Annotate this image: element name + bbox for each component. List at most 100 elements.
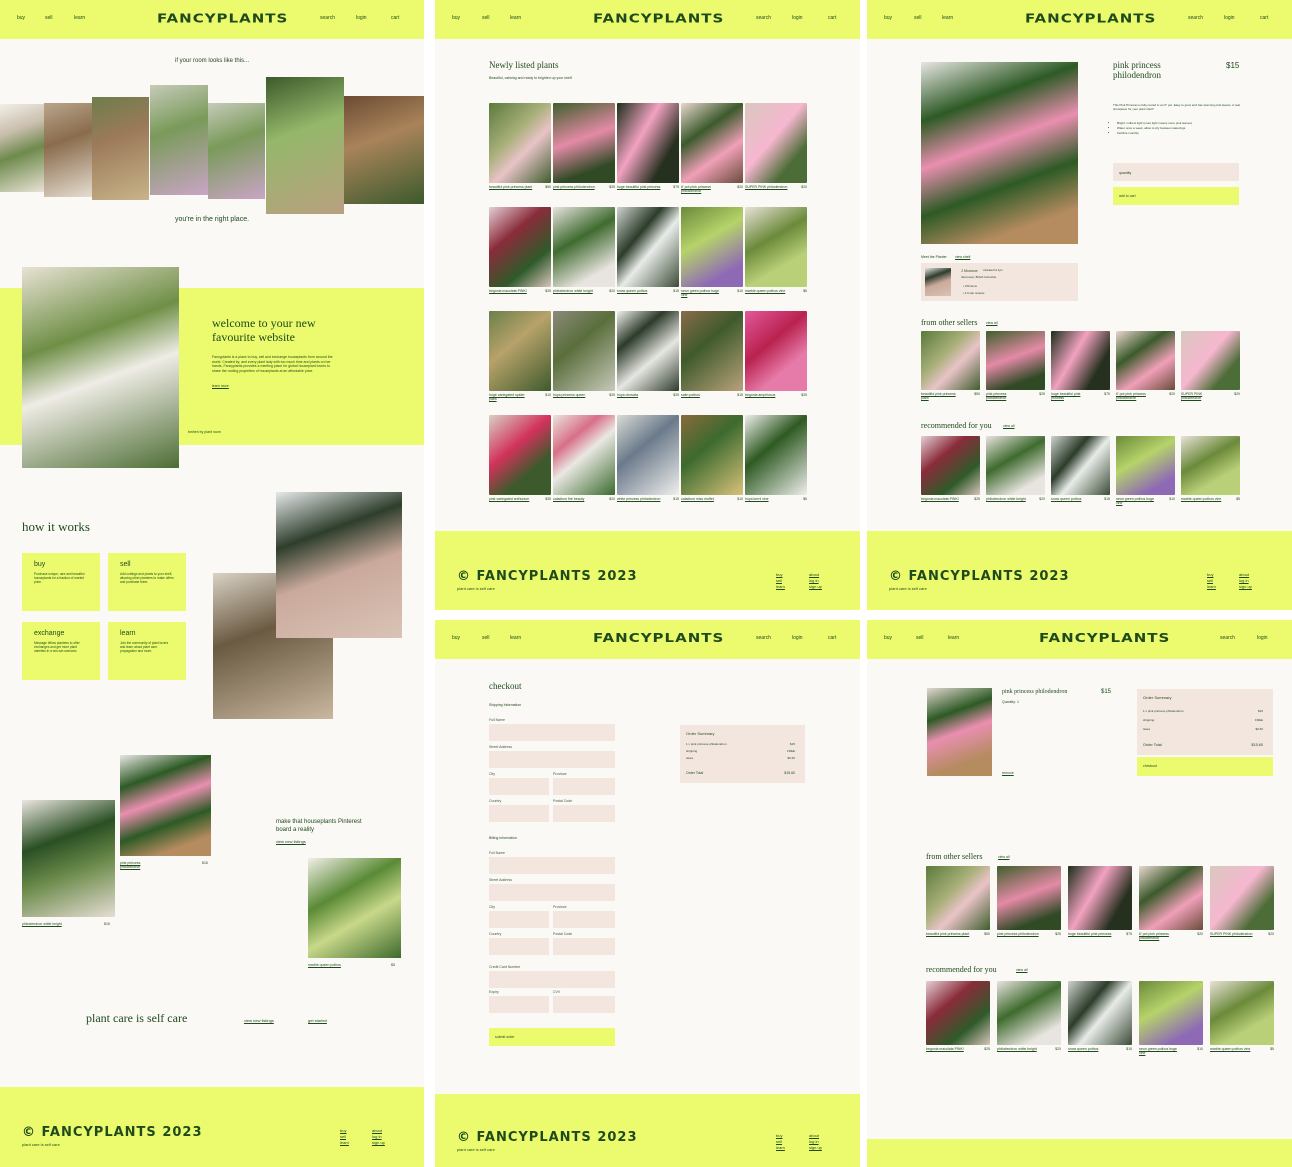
listing-tile[interactable]: neon green pothos huge vine $10 — [1116, 436, 1175, 507]
listing-tile[interactable]: SUPER PINK philodendron $20 — [1181, 331, 1240, 402]
listing-name[interactable]: begonia maculata PINK! — [926, 1047, 971, 1051]
nav-search[interactable]: search — [756, 15, 771, 21]
listing-name[interactable]: SUPER PINK philodendron — [1210, 932, 1255, 936]
listing-tile[interactable]: snow queen pothos $15 — [1051, 436, 1110, 507]
listing-name[interactable]: huge beautiful pink princess — [1051, 392, 1092, 400]
listing-photo[interactable] — [489, 207, 551, 287]
nav-cart[interactable]: cart — [828, 15, 836, 21]
listing-tile[interactable]: marble queen pothos vine $5 — [1181, 436, 1240, 507]
feature-photo[interactable] — [120, 755, 211, 856]
listing-tile[interactable]: huge beautiful pink princess $75 — [1051, 331, 1110, 402]
logo[interactable]: FANCYPLANTS — [593, 10, 724, 25]
logo[interactable]: FANCYPLANTS — [1039, 630, 1170, 645]
listing-photo[interactable] — [1181, 331, 1240, 390]
listing-name[interactable]: marble queen pothos vine — [1210, 1047, 1255, 1051]
listing-photo[interactable] — [986, 436, 1045, 495]
listing-photo[interactable] — [489, 311, 551, 391]
listing-name[interactable]: caladium fire beauty — [553, 497, 596, 501]
listing-tile[interactable]: begonia amphioxus $25 — [745, 311, 807, 403]
listing-photo[interactable] — [1181, 436, 1240, 495]
listing-name[interactable]: begonia maculata PINK! — [489, 289, 532, 293]
listing-name[interactable]: philodendron white knight — [986, 497, 1027, 501]
nav-learn[interactable]: learn — [510, 635, 521, 641]
listing-photo[interactable] — [986, 331, 1045, 390]
listing-photo[interactable] — [553, 207, 615, 287]
listing-photo[interactable] — [681, 415, 743, 495]
listing-name[interactable]: snow queen pothos — [1051, 497, 1092, 501]
listing-photo[interactable] — [1139, 981, 1203, 1045]
logo[interactable]: FANCYPLANTS — [157, 10, 288, 25]
listing-name[interactable]: beautiful pink princess plant — [921, 392, 962, 400]
listing-tile[interactable]: philodendron white knight $20 — [997, 981, 1061, 1057]
nav-login[interactable]: login — [356, 15, 367, 21]
listing-photo[interactable] — [921, 331, 980, 390]
listing-tile[interactable]: huge beautiful pink princess $75 — [617, 103, 679, 195]
listing-photo[interactable] — [553, 103, 615, 183]
listing-tile[interactable]: begonia maculata PINK! $25 — [489, 207, 551, 299]
listing-photo[interactable] — [1068, 981, 1132, 1045]
postal-field[interactable] — [553, 805, 615, 822]
listing-name[interactable]: satin pothos — [681, 393, 724, 397]
listing-photo[interactable] — [617, 311, 679, 391]
listing-photo[interactable] — [997, 866, 1061, 930]
listing-photo[interactable] — [1139, 866, 1203, 930]
nav-cart[interactable]: cart — [1260, 15, 1268, 21]
nav-search[interactable]: search — [756, 635, 771, 641]
listing-tile[interactable]: white princess philodendron $15 — [617, 415, 679, 507]
feature-photo[interactable] — [22, 800, 115, 917]
listing-name[interactable]: hoya obovata — [617, 393, 660, 397]
billing-country-field[interactable] — [489, 938, 549, 955]
listing-tile[interactable]: pink princess philodendron $25 — [986, 331, 1045, 402]
listing-photo[interactable] — [921, 436, 980, 495]
listing-photo[interactable] — [926, 981, 990, 1045]
nav-sell[interactable]: sell — [916, 635, 924, 641]
listing-tile[interactable]: pink princess philodendron $25 — [997, 866, 1061, 942]
billing-city-field[interactable] — [489, 911, 549, 928]
province-field[interactable] — [553, 778, 615, 795]
street-field[interactable] — [489, 751, 615, 768]
view-shelf-link[interactable]: view shelf — [955, 255, 970, 259]
feature-name[interactable]: philodendron white knight — [22, 922, 62, 926]
nav-sell[interactable]: sell — [45, 15, 53, 21]
listing-name[interactable]: beautiful pink princess plant — [926, 932, 971, 936]
listing-photo[interactable] — [1210, 866, 1274, 930]
listing-tile[interactable]: caladium fire beauty $20 — [553, 415, 615, 507]
checkout-button[interactable]: checkout — [1137, 757, 1273, 776]
listing-tile[interactable]: beautiful pink princess plant $50 — [489, 103, 551, 195]
listing-photo[interactable] — [617, 103, 679, 183]
listing-photo[interactable] — [681, 311, 743, 391]
footer-link-signup[interactable]: sign up — [809, 1145, 822, 1151]
listing-tile[interactable]: snow queen pothos $15 — [617, 207, 679, 299]
billing-postal-field[interactable] — [553, 938, 615, 955]
listing-name[interactable]: pink variegated anthurium — [489, 497, 532, 501]
listing-tile[interactable]: SUPER PINK philodendron $20 — [1210, 866, 1274, 942]
feature-name[interactable]: marble queen pothos — [308, 963, 348, 967]
listing-tile[interactable]: huge beautiful pink princess $75 — [1068, 866, 1132, 942]
nav-learn[interactable]: learn — [74, 15, 85, 21]
listing-name[interactable]: begonia amphioxus — [745, 393, 788, 397]
listing-photo[interactable] — [489, 415, 551, 495]
expiry-field[interactable] — [489, 996, 549, 1013]
nav-buy[interactable]: buy — [452, 15, 460, 21]
listing-name[interactable]: huge beautiful pink princess — [1068, 932, 1113, 936]
view-all-link[interactable]: view all — [1003, 424, 1014, 428]
view-new-link[interactable]: view new listings — [276, 839, 306, 844]
nav-cart[interactable]: cart — [828, 635, 836, 641]
nav-sell[interactable]: sell — [482, 635, 490, 641]
footer-link-signup[interactable]: sign up — [809, 584, 822, 590]
footer-link-signup[interactable]: sign up — [1239, 584, 1252, 590]
listing-name[interactable]: huge beautiful pink princess — [617, 185, 660, 189]
listing-photo[interactable] — [681, 103, 743, 183]
listing-tile[interactable]: hoya princess queen $25 — [553, 311, 615, 403]
listing-photo[interactable] — [997, 981, 1061, 1045]
footer-link-signup[interactable]: sign up — [372, 1140, 385, 1146]
nav-sell[interactable]: sell — [914, 15, 922, 21]
view-all-link[interactable]: view all — [1016, 968, 1027, 972]
listing-photo[interactable] — [489, 103, 551, 183]
nav-login[interactable]: login — [792, 15, 803, 21]
listing-tile[interactable]: neon green pothos huge vine $10 — [681, 207, 743, 299]
listing-tile[interactable]: marble queen pothos vine $5 — [1210, 981, 1274, 1057]
listing-photo[interactable] — [1068, 866, 1132, 930]
footer-link-learn[interactable]: learn — [1207, 584, 1216, 590]
listing-tile[interactable]: caladium miss muffet $10 — [681, 415, 743, 507]
